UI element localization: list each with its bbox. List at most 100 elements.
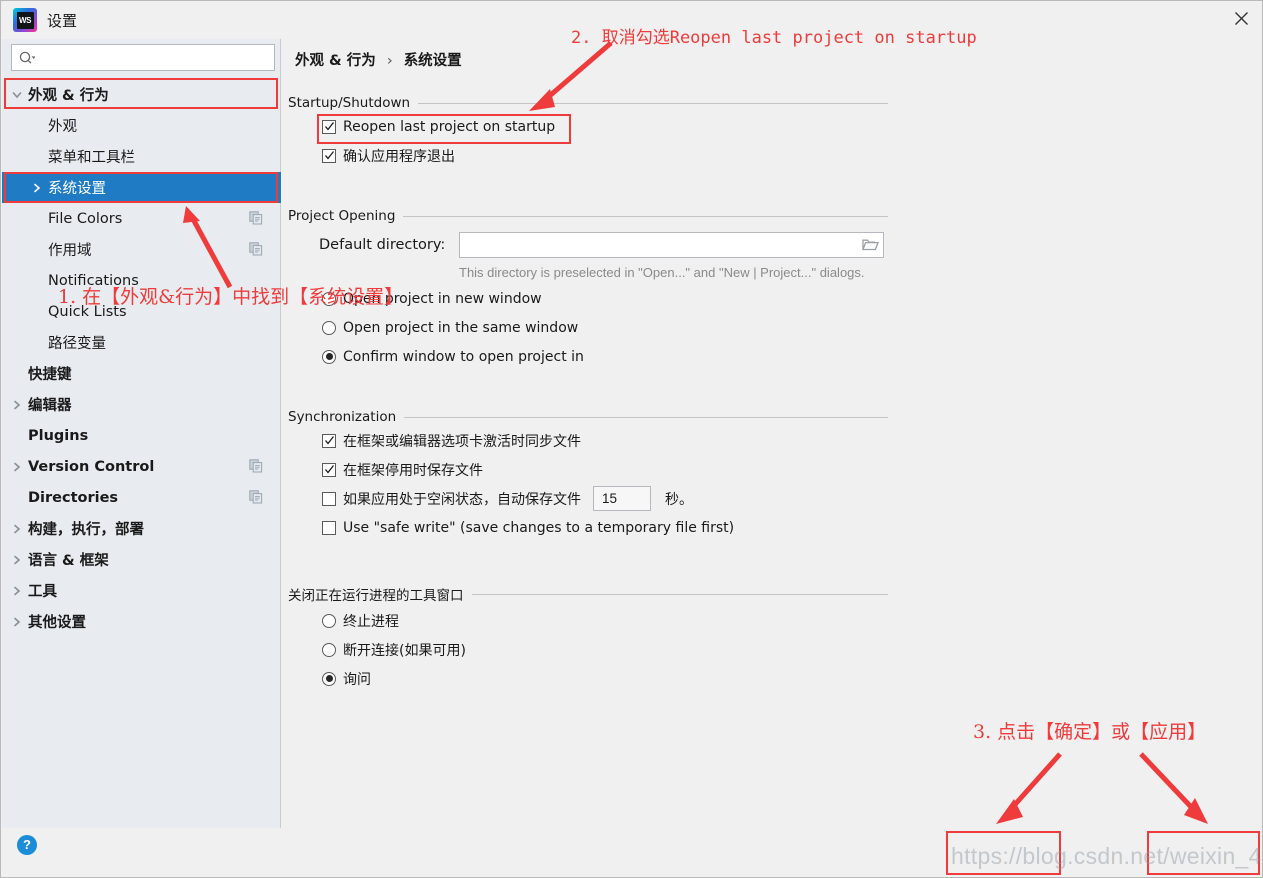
webstorm-logo-icon: WS	[13, 8, 37, 32]
breadcrumb-separator: ›	[386, 53, 393, 69]
sidebar-item-9[interactable]: 快捷键	[2, 358, 281, 389]
sidebar-item-13[interactable]: Directories	[2, 482, 281, 513]
sidebar-item-4[interactable]: File Colors	[2, 203, 281, 234]
section-title: Project Opening	[288, 207, 888, 225]
sidebar-item-label: 快捷键	[28, 367, 72, 383]
closing-tool-window-option-row-0[interactable]: 终止进程	[288, 606, 888, 635]
checkbox-row-confirm-exit[interactable]: 确认应用程序退出	[288, 141, 888, 170]
sidebar-item-label: 系统设置	[48, 181, 106, 197]
sidebar-item-label: 编辑器	[28, 398, 72, 414]
chevron-right-icon[interactable]	[10, 584, 24, 598]
sidebar-item-label: Notifications	[48, 272, 139, 289]
sync-checkbox-3[interactable]	[322, 520, 336, 535]
section-startup-shutdown: Startup/Shutdown Reopen last project on …	[288, 94, 888, 170]
settings-dialog: WS 设置 外观 & 行为外观菜单和工具栏 系统设置 File Colors 作用域 N…	[0, 0, 1263, 878]
reopen-last-project-checkbox[interactable]	[322, 119, 336, 134]
closing-tool-window-option-label-2: 询问	[343, 671, 371, 688]
project-opening-option-row-2[interactable]: Confirm window to open project in	[288, 342, 888, 371]
project-opening-option-radio-2[interactable]	[322, 349, 336, 364]
sidebar-item-1[interactable]: 外观	[2, 110, 281, 141]
title-bar: WS 设置	[1, 1, 1262, 39]
idle-seconds-input[interactable]: 15	[593, 486, 651, 511]
section-project-opening-title: Project Opening	[288, 208, 396, 224]
default-directory-hint: This directory is preselected in "Open..…	[459, 265, 865, 280]
sync-checkbox-row-1[interactable]: 在框架停用时保存文件	[288, 455, 888, 484]
sidebar-item-11[interactable]: Plugins	[2, 420, 281, 451]
closing-tool-window-option-radio-1[interactable]	[322, 642, 336, 657]
section-divider	[404, 416, 888, 418]
default-directory-row: Default directory:	[288, 225, 888, 265]
section-divider	[403, 215, 888, 217]
sidebar-item-8[interactable]: 路径变量	[2, 327, 281, 358]
sync-checkbox-0[interactable]	[322, 433, 336, 448]
closing-tool-window-options: 终止进程断开连接(如果可用) 询问	[288, 606, 888, 693]
sidebar-item-14[interactable]: 构建，执行，部署	[2, 513, 281, 544]
sidebar-item-12[interactable]: Version Control	[2, 451, 281, 482]
sidebar-item-3[interactable]: 系统设置	[2, 172, 281, 203]
confirm-exit-checkbox[interactable]	[322, 148, 336, 163]
window-title: 设置	[47, 12, 78, 30]
closing-tool-window-option-label-1: 断开连接(如果可用)	[343, 642, 466, 659]
project-opening-option-row-0[interactable]: Open project in new window	[288, 284, 888, 313]
sidebar-item-label: Quick Lists	[48, 303, 127, 320]
close-icon[interactable]	[1218, 1, 1262, 35]
project-opening-option-label-0: Open project in new window	[343, 290, 542, 307]
sidebar-item-label: 外观	[48, 119, 77, 135]
sidebar-item-label: 工具	[28, 584, 57, 600]
breadcrumb-parent[interactable]: 外观 & 行为	[295, 53, 376, 69]
chevron-right-icon[interactable]	[30, 181, 44, 195]
checkbox-row-reopen-last-project[interactable]: Reopen last project on startup	[288, 112, 888, 141]
sidebar-item-16[interactable]: 工具	[2, 575, 281, 606]
copy-settings-icon[interactable]	[249, 211, 263, 229]
project-opening-option-radio-1[interactable]	[322, 320, 336, 335]
search-input[interactable]	[37, 46, 274, 69]
copy-settings-icon[interactable]	[249, 242, 263, 260]
copy-settings-icon[interactable]	[249, 459, 263, 477]
project-opening-option-label-2: Confirm window to open project in	[343, 348, 584, 365]
chevron-right-icon[interactable]	[10, 553, 24, 567]
sync-checkbox-row-2[interactable]: 如果应用处于空闲状态，自动保存文件 15 秒。	[288, 484, 888, 513]
sidebar-item-5[interactable]: 作用域	[2, 234, 281, 265]
closing-tool-window-option-row-1[interactable]: 断开连接(如果可用)	[288, 635, 888, 664]
sidebar-item-label: Version Control	[28, 458, 155, 475]
sidebar-item-label: 其他设置	[28, 615, 86, 631]
sync-checkbox-row-3[interactable]: Use "safe write" (save changes to a temp…	[288, 513, 888, 542]
chevron-down-icon[interactable]	[10, 88, 24, 102]
sync-checkbox-1[interactable]	[322, 462, 336, 477]
default-directory-input[interactable]	[465, 233, 857, 257]
default-directory-label: Default directory:	[319, 237, 446, 253]
synchronization-options: 在框架或编辑器选项卡激活时同步文件在框架停用时保存文件如果应用处于空闲状态，自动…	[288, 426, 888, 542]
section-title: Synchronization	[288, 408, 888, 426]
chevron-right-icon[interactable]	[10, 460, 24, 474]
project-opening-option-row-1[interactable]: Open project in the same window	[288, 313, 888, 342]
sidebar-item-10[interactable]: 编辑器	[2, 389, 281, 420]
chevron-right-icon[interactable]	[10, 398, 24, 412]
default-directory-field[interactable]	[459, 232, 884, 258]
sidebar-item-2[interactable]: 菜单和工具栏	[2, 141, 281, 172]
chevron-right-icon[interactable]	[10, 522, 24, 536]
search-box[interactable]	[11, 44, 275, 71]
copy-settings-icon[interactable]	[249, 490, 263, 508]
chevron-right-icon[interactable]	[10, 615, 24, 629]
folder-icon[interactable]	[857, 238, 883, 252]
sync-checkbox-label-2: 如果应用处于空闲状态，自动保存文件	[343, 491, 581, 508]
settings-content: 外观 & 行为 › 系统设置 Startup/Shutdown Reopen l…	[282, 39, 1262, 828]
sidebar-item-label: 菜单和工具栏	[48, 150, 135, 166]
sync-checkbox-row-0[interactable]: 在框架或编辑器选项卡激活时同步文件	[288, 426, 888, 455]
project-opening-option-label-1: Open project in the same window	[343, 319, 579, 336]
project-opening-option-radio-0[interactable]	[322, 291, 336, 306]
sidebar-item-6[interactable]: Notifications	[2, 265, 281, 296]
closing-tool-window-option-radio-2[interactable]	[322, 671, 336, 686]
closing-tool-window-option-row-2[interactable]: 询问	[288, 664, 888, 693]
help-button[interactable]: ?	[17, 835, 37, 855]
sidebar-item-15[interactable]: 语言 & 框架	[2, 544, 281, 575]
search-icon	[19, 51, 35, 65]
sidebar-item-label: 路径变量	[48, 336, 106, 352]
closing-tool-window-option-radio-0[interactable]	[322, 613, 336, 628]
section-closing-tool-window: 关闭正在运行进程的工具窗口 终止进程 断开连接(如果可用) 询问	[288, 585, 888, 693]
sync-checkbox-2[interactable]	[322, 491, 336, 506]
sync-checkbox-label-1: 在框架停用时保存文件	[343, 462, 483, 479]
sidebar-item-7[interactable]: Quick Lists	[2, 296, 281, 327]
sidebar-item-0[interactable]: 外观 & 行为	[2, 79, 281, 110]
sidebar-item-17[interactable]: 其他设置	[2, 606, 281, 637]
